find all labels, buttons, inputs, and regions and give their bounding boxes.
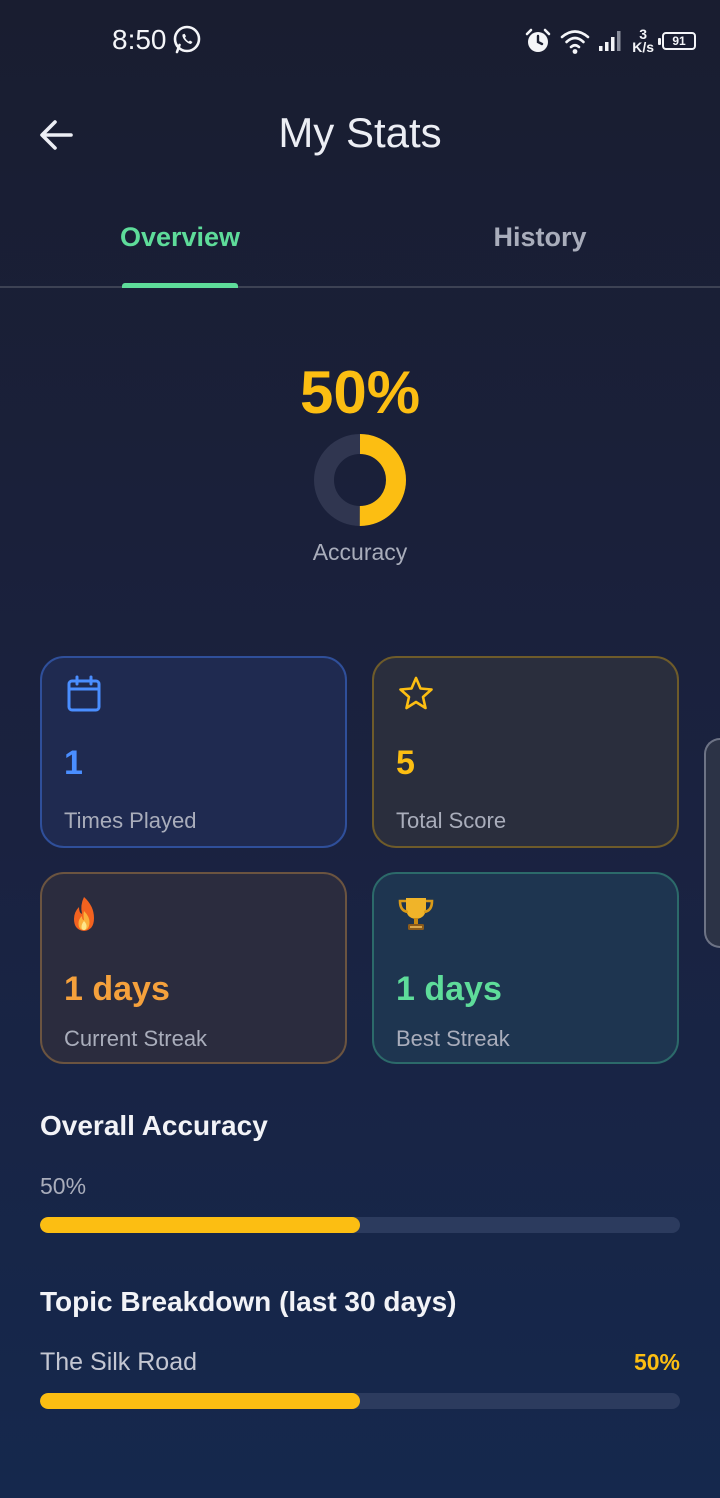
best-streak-label: Best Streak <box>396 1026 510 1051</box>
accuracy-donut <box>314 434 406 526</box>
topic-progress-bar-fill <box>40 1393 360 1409</box>
star-icon <box>399 676 433 710</box>
total-score-card: 5 Total Score <box>372 656 679 848</box>
times-played-label: Times Played <box>64 808 197 833</box>
signal-icon <box>599 31 621 51</box>
status-time: 8:50 <box>112 24 167 55</box>
accuracy-value: 50% <box>299 359 421 426</box>
tab-overview[interactable]: Overview <box>0 200 360 288</box>
page-title: My Stats <box>278 109 442 156</box>
current-streak-label: Current Streak <box>64 1026 208 1051</box>
trophy-icon <box>398 898 434 930</box>
battery-icon: 91 <box>658 32 696 50</box>
accuracy-summary: 50% Accuracy <box>0 358 720 566</box>
current-streak-card: 1 days Current Streak <box>40 872 347 1064</box>
times-played-value: 1 <box>64 744 83 782</box>
topic-breakdown-title: Topic Breakdown (last 30 days) <box>40 1286 457 1317</box>
tab-active-indicator <box>122 283 238 288</box>
overall-accuracy-value: 50% <box>40 1173 87 1199</box>
overall-accuracy-bar <box>40 1217 680 1233</box>
wifi-icon <box>560 30 590 54</box>
network-speed-unit: K/s <box>632 39 654 55</box>
edge-panel-handle[interactable] <box>704 738 720 948</box>
app-header: My Stats <box>0 95 720 175</box>
tab-history-label: History <box>493 222 587 252</box>
tab-overview-label: Overview <box>119 222 241 252</box>
topic-percent: 50% <box>633 1349 680 1375</box>
overall-accuracy-bar-fill <box>40 1217 360 1233</box>
fire-icon <box>74 897 94 931</box>
times-played-card: 1 Times Played <box>40 656 347 848</box>
calendar-icon <box>67 675 101 712</box>
whatsapp-icon <box>173 25 201 54</box>
network-speed: 3 K/s <box>632 27 654 55</box>
tab-bar: Overview History <box>0 200 720 288</box>
total-score-value: 5 <box>396 744 415 782</box>
topic-progress-bar <box>40 1393 680 1409</box>
alarm-icon <box>525 28 551 52</box>
total-score-label: Total Score <box>396 808 507 833</box>
current-streak-value: 1 days <box>64 970 170 1008</box>
best-streak-value: 1 days <box>396 970 502 1008</box>
status-bar: 8:50 3 K/s 91 <box>0 0 720 80</box>
overall-accuracy-title: Overall Accuracy <box>40 1110 268 1141</box>
accuracy-label: Accuracy <box>312 539 408 565</box>
battery-level: 91 <box>672 34 686 48</box>
tab-history[interactable]: History <box>360 200 720 286</box>
best-streak-card: 1 days Best Streak <box>372 872 679 1064</box>
topic-name: The Silk Road <box>40 1348 198 1376</box>
status-icons: 3 K/s 91 <box>524 24 696 58</box>
